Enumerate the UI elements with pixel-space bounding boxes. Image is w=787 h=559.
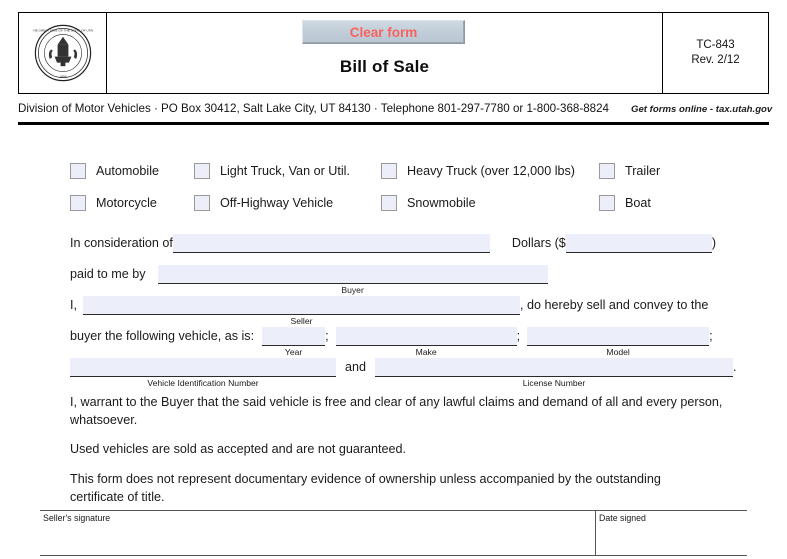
checkbox-item-automobile[interactable]: Automobile	[70, 163, 194, 179]
vehicle-separator-3: ;	[709, 329, 713, 343]
vehicle-lead-label: buyer the following vehicle, as is:	[70, 329, 255, 343]
checkbox-item-off-highway-vehicle[interactable]: Off-Highway Vehicle	[194, 195, 381, 211]
page-title: Bill of Sale	[339, 57, 430, 76]
title-cell: Utah State Tax Commission Bill of Sale C…	[107, 13, 662, 93]
checkbox-heavy-truck-icon[interactable]	[381, 163, 397, 179]
checkbox-automobile-icon[interactable]	[70, 163, 86, 179]
identifier-period: .	[733, 360, 737, 374]
license-input[interactable]	[375, 358, 734, 377]
amount-input[interactable]	[565, 234, 712, 253]
model-field-wrap: Model	[527, 327, 710, 357]
checkbox-label-motorcycle: Motorcycle	[96, 196, 157, 210]
division-contact-row: Division of Motor Vehicles · PO Box 3041…	[18, 102, 773, 115]
amount-field-wrap	[565, 234, 712, 253]
checkbox-boat-icon[interactable]	[599, 195, 615, 211]
seller-trail-label: , do hereby sell and convey to the	[520, 298, 709, 312]
seller-signature-input[interactable]	[43, 524, 594, 552]
used-vehicles-paragraph: Used vehicles are sold as accepted and a…	[70, 442, 407, 456]
seller-input[interactable]	[83, 296, 520, 315]
utah-state-seal-icon: THE GREAT SEAL OF THE STATE OF UTAH 1896	[33, 24, 93, 82]
vehicle-type-checkbox-grid: Automobile Light Truck, Van or Util. Hea…	[70, 163, 770, 227]
vehicle-separator-2: ;	[516, 329, 521, 343]
date-signed-input[interactable]	[599, 524, 746, 552]
seller-row: I, Seller , do hereby sell and convey to…	[70, 296, 709, 326]
buyer-field-wrap: Buyer	[157, 265, 548, 295]
paid-to-me-by-row: paid to me by Buyer	[70, 265, 548, 295]
date-signed-caption: Date signed	[599, 513, 646, 523]
checkbox-item-trailer[interactable]: Trailer	[599, 163, 749, 179]
consideration-lead-label: In consideration of	[70, 236, 173, 250]
year-input[interactable]	[262, 327, 326, 346]
model-caption: Model	[606, 347, 630, 357]
checkbox-item-snowmobile[interactable]: Snowmobile	[381, 195, 599, 211]
form-number: TC-843	[696, 39, 735, 51]
checkbox-trailer-icon[interactable]	[599, 163, 615, 179]
checkbox-label-off-highway-vehicle: Off-Highway Vehicle	[220, 196, 334, 210]
checkbox-motorcycle-icon[interactable]	[70, 195, 86, 211]
checkbox-off-highway-vehicle-icon[interactable]	[194, 195, 210, 211]
vehicle-description-row: buyer the following vehicle, as is: Year…	[70, 327, 713, 357]
dollars-label: Dollars ($	[511, 236, 566, 250]
vin-caption: Vehicle Identification Number	[147, 378, 259, 388]
seller-signature-cell: Seller's signature	[40, 511, 596, 555]
consideration-row: In consideration of Dollars ($ )	[70, 234, 716, 253]
vin-field-wrap: Vehicle Identification Number	[70, 358, 336, 388]
checkbox-item-heavy-truck[interactable]: Heavy Truck (over 12,000 lbs)	[381, 163, 599, 179]
seller-field-wrap: Seller	[83, 296, 520, 326]
checkbox-label-boat: Boat	[625, 196, 651, 210]
division-contact-line: Division of Motor Vehicles · PO Box 3041…	[18, 102, 609, 115]
form-revision: Rev. 2/12	[691, 54, 740, 66]
buyer-caption: Buyer	[341, 285, 364, 295]
vin-input[interactable]	[70, 358, 336, 377]
vehicle-type-row-2: Motorcycle Off-Highway Vehicle Snowmobil…	[70, 195, 770, 227]
model-input[interactable]	[527, 327, 710, 346]
seller-lead-label: I,	[70, 298, 77, 312]
make-input[interactable]	[335, 327, 517, 346]
vehicle-type-row-1: Automobile Light Truck, Van or Util. Hea…	[70, 163, 770, 195]
checkbox-label-heavy-truck: Heavy Truck (over 12,000 lbs)	[407, 164, 575, 178]
make-caption: Make	[415, 347, 437, 357]
paid-to-me-by-label: paid to me by	[70, 267, 146, 281]
checkbox-item-light-truck[interactable]: Light Truck, Van or Util.	[194, 163, 381, 179]
seller-caption: Seller	[290, 316, 313, 326]
seal-cell: THE GREAT SEAL OF THE STATE OF UTAH 1896	[19, 13, 107, 93]
and-label: and	[345, 360, 367, 374]
year-field-wrap: Year	[262, 327, 326, 357]
license-caption: License Number	[522, 378, 586, 388]
checkbox-label-light-truck: Light Truck, Van or Util.	[220, 164, 350, 178]
form-header-box: THE GREAT SEAL OF THE STATE OF UTAH 1896…	[18, 12, 769, 94]
vehicle-separator-1: ;	[325, 329, 329, 343]
checkbox-snowmobile-icon[interactable]	[381, 195, 397, 211]
checkbox-label-trailer: Trailer	[625, 164, 661, 178]
seller-signature-caption: Seller's signature	[43, 513, 111, 523]
license-field-wrap: License Number	[375, 358, 734, 388]
header-divider-rule	[18, 122, 769, 125]
close-paren-label: )	[711, 236, 717, 250]
buyer-input[interactable]	[157, 265, 548, 284]
warranty-paragraph: I, warrant to the Buyer that the said ve…	[70, 395, 723, 427]
ownership-notice-paragraph: This form does not represent documentary…	[70, 472, 661, 504]
amount-words-field-wrap	[172, 234, 490, 253]
checkbox-label-snowmobile: Snowmobile	[407, 196, 476, 210]
checkbox-item-boat[interactable]: Boat	[599, 195, 749, 211]
form-number-cell: TC-843 Rev. 2/12	[662, 13, 768, 93]
make-field-wrap: Make	[335, 327, 517, 357]
date-signed-cell: Date signed	[596, 511, 747, 555]
checkbox-light-truck-icon[interactable]	[194, 163, 210, 179]
identifier-row: Vehicle Identification Number and Licens…	[70, 358, 737, 388]
clear-form-button[interactable]: Clear form	[302, 20, 465, 44]
amount-words-input[interactable]	[172, 234, 490, 253]
year-caption: Year	[284, 347, 303, 357]
get-forms-online-note: Get forms online - tax.utah.gov	[631, 104, 773, 115]
signature-table: Seller's signature Date signed	[40, 510, 747, 556]
svg-text:THE GREAT SEAL OF THE STATE OF: THE GREAT SEAL OF THE STATE OF UTAH	[33, 28, 93, 32]
svg-text:1896: 1896	[59, 75, 66, 79]
checkbox-label-automobile: Automobile	[96, 164, 160, 178]
checkbox-item-motorcycle[interactable]: Motorcycle	[70, 195, 194, 211]
